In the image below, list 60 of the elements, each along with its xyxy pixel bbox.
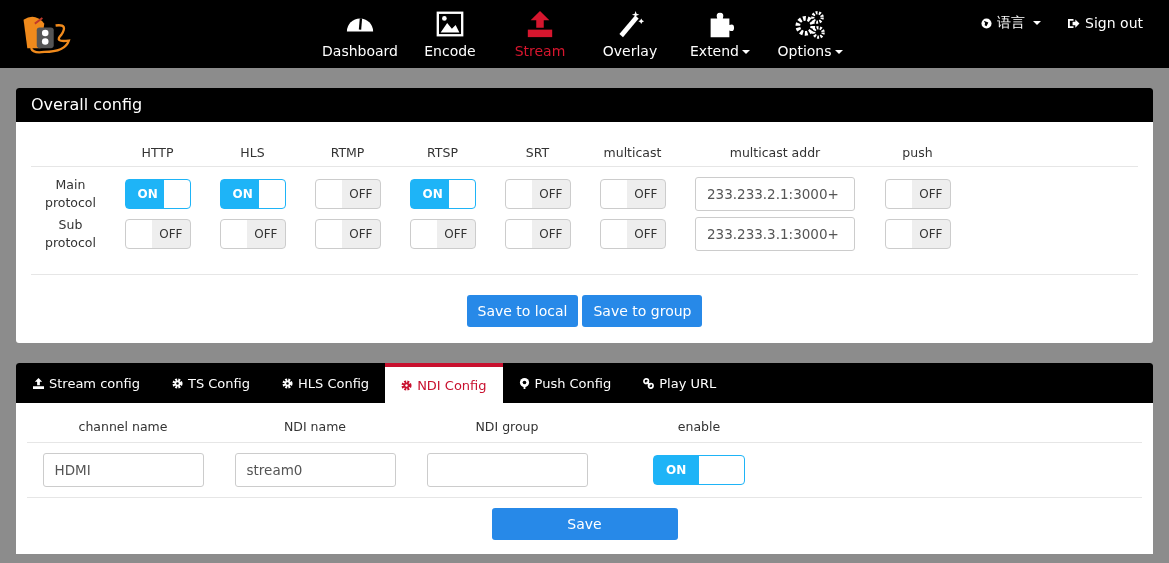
globe-icon [981,17,993,29]
toggle-switch[interactable]: OFF [314,179,381,209]
nav-item[interactable]: Encode [405,0,495,68]
image-icon [435,9,465,39]
column-header: channel name [78,419,168,434]
column-header: HLS [240,144,265,160]
sign-out-link[interactable]: Sign out [1067,14,1143,32]
save-button[interactable]: Save to local [466,295,579,327]
tab[interactable]: Stream config [17,363,156,403]
link-icon [643,377,655,389]
nav-item[interactable]: Dashboard [315,0,405,68]
input-field[interactable] [426,453,588,487]
tab[interactable]: Push Config [502,363,628,403]
column-header: multicast [603,144,662,160]
input-field[interactable]: 233.233.2.1:3000+ [695,177,855,211]
podcast-icon [518,377,530,389]
toggle-switch[interactable]: OFF [884,179,951,209]
input-field[interactable]: HDMI [42,453,204,487]
toggle-switch[interactable]: OFF [409,219,476,249]
column-header: push [902,144,933,160]
caret-icon [1033,21,1042,25]
column-header: HTTP [141,144,174,160]
column-header: NDI name [283,419,347,434]
nav-item[interactable]: Stream [495,0,585,68]
save-button[interactable]: Save to group [582,295,703,327]
toggle-switch[interactable]: OFF [219,219,286,249]
tab[interactable]: Play URL [627,363,733,403]
toggle-switch[interactable]: OFF [124,219,191,249]
panel-header: Overall config [16,88,1153,122]
tab[interactable]: NDI Config [385,363,503,403]
input-field[interactable]: stream0 [234,453,396,487]
column-header: RTSP [427,144,458,160]
toggle-switch[interactable]: OFF [884,219,951,249]
save-button[interactable]: Save [491,508,678,540]
toggle-switch[interactable]: OFF [504,219,571,249]
settings-icon [401,379,413,391]
settings-icon [282,377,293,389]
toggle-switch[interactable]: OFF [599,219,666,249]
nav-item[interactable]: Options [765,0,855,68]
column-header: RTMP [330,144,365,160]
toggle-switch[interactable]: OFF [314,219,381,249]
row-label: Sub protocol [44,216,97,252]
column-header: multicast addr [729,144,821,160]
column-header: NDI group [475,419,539,434]
row-label: Main protocol [44,176,97,212]
upload-icon [33,377,44,389]
nav-item[interactable]: Overlay [585,0,675,68]
toggle-switch[interactable]: OFF [599,179,666,209]
input-field[interactable]: 233.233.3.1:3000+ [695,217,855,251]
tab[interactable]: TS Config [155,363,266,403]
language-menu[interactable]: 语言 [981,14,1042,32]
toggle-switch[interactable]: OFF [504,179,571,209]
tab[interactable]: HLS Config [266,363,386,403]
column-header: enable [677,419,721,434]
gears-icon [795,9,825,39]
settings-icon [171,377,183,389]
column-header: SRT [525,144,550,160]
upload-icon [525,9,555,39]
sign-out-icon [1067,17,1081,29]
nav-item[interactable]: Extend [675,0,765,68]
